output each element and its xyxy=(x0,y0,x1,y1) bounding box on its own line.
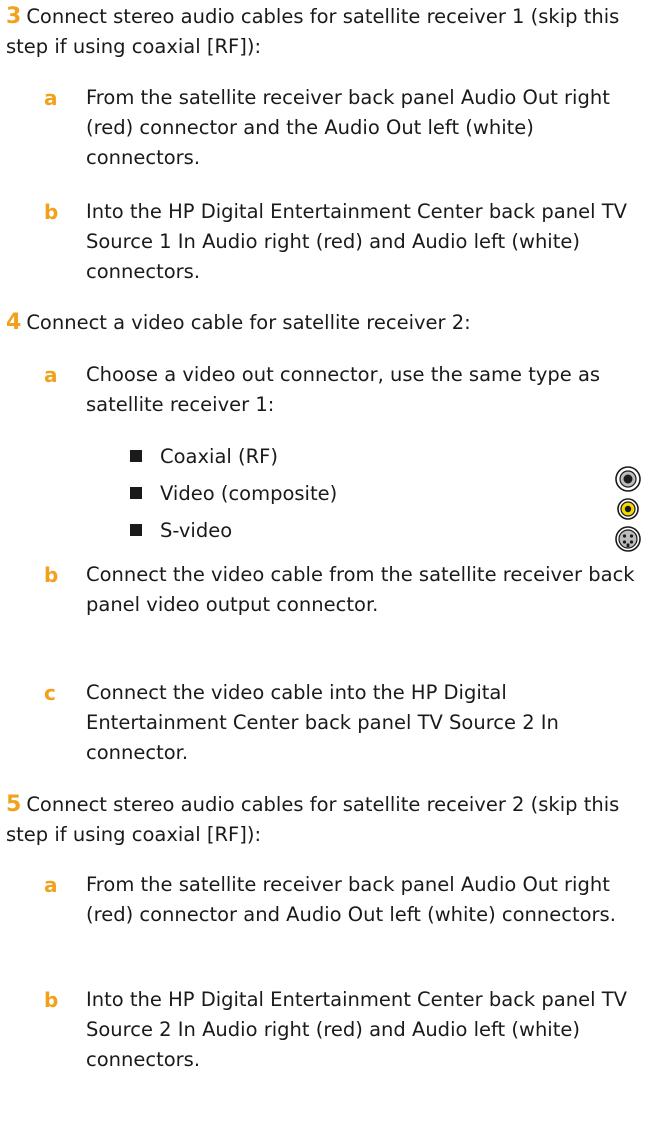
step-number: 5 xyxy=(6,792,22,817)
substep-4c: c Connect the video cable into the HP Di… xyxy=(44,678,644,768)
coaxial-connector-icon xyxy=(615,466,641,492)
substep-letter: c xyxy=(44,681,56,705)
bullet-square xyxy=(130,524,142,536)
step-4: 4 Connect a video cable for satellite rec… xyxy=(6,308,646,338)
substep-3a: a From the satellite receiver back panel… xyxy=(44,83,644,173)
substep-letter: b xyxy=(44,563,59,587)
substep-letter: b xyxy=(44,988,59,1012)
composite-video-connector-icon xyxy=(617,498,639,520)
substep-letter: b xyxy=(44,200,59,224)
substep-text: From the satellite receiver back panel A… xyxy=(86,86,610,169)
substep-4b: b Connect the video cable from the satel… xyxy=(44,560,644,620)
step-number: 3 xyxy=(6,4,22,29)
option-composite: Video (composite) xyxy=(130,479,470,509)
substep-text: Connect the video cable from the satelli… xyxy=(86,563,635,616)
substep-letter: a xyxy=(44,873,58,897)
option-coaxial: Coaxial (RF) xyxy=(130,442,470,472)
step-5: 5 Connect stereo audio cables for satelli… xyxy=(6,790,646,850)
substep-3b: b Into the HP Digital Entertainment Cent… xyxy=(44,197,644,287)
s-video-connector-icon xyxy=(615,526,641,552)
substep-5b: b Into the HP Digital Entertainment Cent… xyxy=(44,985,644,1075)
step-3: 3 Connect stereo audio cables for satelli… xyxy=(6,2,646,62)
substep-text: Connect the video cable into the HP Digi… xyxy=(86,681,559,764)
substep-4a: a Choose a video out connector, use the … xyxy=(44,360,644,420)
substep-text: Into the HP Digital Entertainment Center… xyxy=(86,988,627,1071)
substep-text: Choose a video out connector, use the sa… xyxy=(86,363,601,416)
substep-5a: a From the satellite receiver back panel… xyxy=(44,870,644,930)
step-text: Connect stereo audio cables for satellit… xyxy=(6,5,620,58)
substep-letter: a xyxy=(44,86,58,110)
bullet-square xyxy=(130,487,142,499)
step-text: Connect stereo audio cables for satellit… xyxy=(6,793,620,846)
option-svideo: S-video xyxy=(130,516,470,546)
option-label: Coaxial (RF) xyxy=(160,445,278,468)
option-label: S-video xyxy=(160,519,233,542)
substep-text: From the satellite receiver back panel A… xyxy=(86,873,616,926)
bullet-square xyxy=(130,450,142,462)
manual-page: 3 Connect stereo audio cables for satelli… xyxy=(0,0,663,1126)
step-number: 4 xyxy=(6,310,22,335)
substep-letter: a xyxy=(44,363,58,387)
option-label: Video (composite) xyxy=(160,482,338,505)
step-text: Connect a video cable for satellite rece… xyxy=(26,311,471,334)
substep-text: Into the HP Digital Entertainment Center… xyxy=(86,200,627,283)
